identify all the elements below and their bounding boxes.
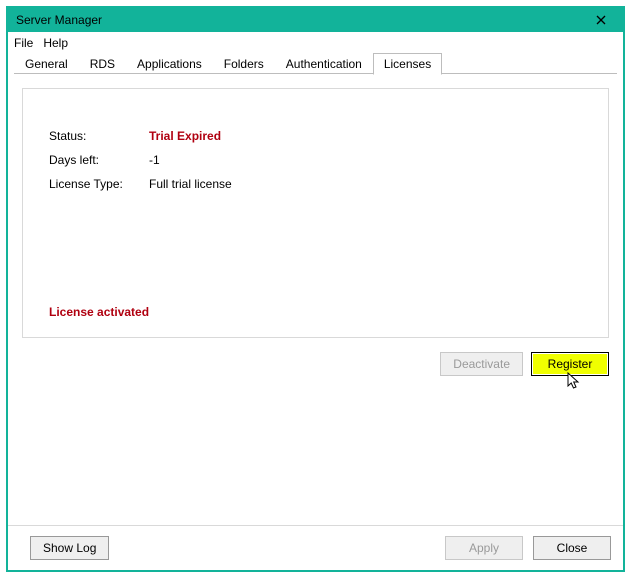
tab-general[interactable]: General [14,53,79,74]
register-button[interactable]: Register [531,352,609,376]
apply-button[interactable]: Apply [445,536,523,560]
license-activated-text: License activated [49,305,149,319]
tab-licenses[interactable]: Licenses [373,53,442,75]
days-left-label: Days left: [49,151,149,169]
status-value: Trial Expired [149,127,221,145]
days-left-row: Days left: -1 [49,151,582,169]
deactivate-button[interactable]: Deactivate [440,352,523,376]
window-title: Server Manager [16,13,583,27]
license-buttons: Deactivate Register [14,352,609,376]
tab-rds[interactable]: RDS [79,53,126,74]
license-type-value: Full trial license [149,175,232,193]
license-type-label: License Type: [49,175,149,193]
menubar: File Help [8,32,623,52]
status-label: Status: [49,127,149,145]
status-row: Status: Trial Expired [49,127,582,145]
tab-authentication[interactable]: Authentication [275,53,373,74]
close-icon[interactable] [583,10,619,30]
tab-applications[interactable]: Applications [126,53,213,74]
days-left-value: -1 [149,151,160,169]
bottom-bar: Show Log Apply Close [8,525,623,570]
server-manager-window: Server Manager File Help General RDS App… [6,6,625,572]
license-type-row: License Type: Full trial license [49,175,582,193]
license-panel: Status: Trial Expired Days left: -1 Lice… [22,88,609,338]
menu-file[interactable]: File [14,36,33,50]
tab-content: Status: Trial Expired Days left: -1 Lice… [8,74,623,525]
titlebar: Server Manager [8,8,623,32]
close-button[interactable]: Close [533,536,611,560]
tabs: General RDS Applications Folders Authent… [8,52,623,74]
menu-help[interactable]: Help [43,36,68,50]
tab-folders[interactable]: Folders [213,53,275,74]
show-log-button[interactable]: Show Log [30,536,109,560]
